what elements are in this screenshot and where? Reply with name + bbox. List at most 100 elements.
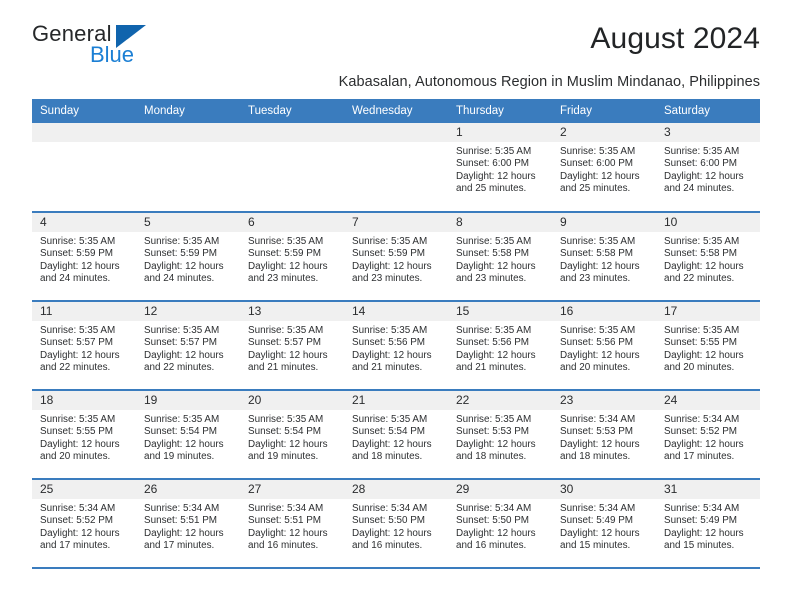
calendar-day-cell[interactable]: 23 Sunrise: 5:34 AM Sunset: 5:53 PM Dayligh…	[552, 390, 656, 480]
day-info-line: Sunrise: 5:35 AM	[248, 325, 324, 336]
calendar-day-cell[interactable]: 9 Sunrise: 5:35 AM Sunset: 5:58 PM Daylight…	[552, 212, 656, 302]
day-info-line: Sunrise: 5:35 AM	[560, 146, 636, 157]
weekday-header-monday: Monday	[136, 99, 240, 123]
weekday-header-wednesday: Wednesday	[344, 99, 448, 123]
day-info-line: Daylight: 12 hours	[352, 438, 432, 450]
day-sun-info: Sunrise: 5:35 AM Sunset: 5:59 PM Daylight:…	[240, 232, 344, 286]
calendar-day-cell[interactable]: 8 Sunrise: 5:35 AM Sunset: 5:58 PM Daylight…	[448, 212, 552, 302]
day-number: 18	[32, 391, 136, 410]
day-info-line: and 16 minutes.	[352, 540, 423, 552]
calendar-day-cell[interactable]: 16 Sunrise: 5:35 AM Sunset: 5:56 PM Dayligh…	[552, 301, 656, 391]
day-info-line: Sunset: 5:56 PM	[560, 337, 634, 349]
calendar-day-cell[interactable]: 25 Sunrise: 5:34 AM Sunset: 5:52 PM Dayligh…	[32, 479, 136, 569]
day-sun-info	[344, 142, 448, 146]
day-info-line: Daylight: 12 hours	[664, 438, 744, 450]
calendar-day-cell[interactable]: 10 Sunrise: 5:35 AM Sunset: 5:58 PM Dayligh…	[656, 212, 760, 302]
day-info-line: Sunrise: 5:35 AM	[144, 236, 220, 247]
calendar-day-cell[interactable]: 6 Sunrise: 5:35 AM Sunset: 5:59 PM Daylight…	[240, 212, 344, 302]
calendar-day-cell[interactable]: 7 Sunrise: 5:35 AM Sunset: 5:59 PM Daylight…	[344, 212, 448, 302]
day-number: 25	[32, 480, 136, 499]
day-info-line: Daylight: 12 hours	[664, 260, 744, 272]
calendar-day-cell[interactable]: 14 Sunrise: 5:35 AM Sunset: 5:56 PM Dayligh…	[344, 301, 448, 391]
calendar-day-cell[interactable]: 31 Sunrise: 5:34 AM Sunset: 5:49 PM Dayligh…	[656, 479, 760, 569]
calendar-day-cell[interactable]: 30 Sunrise: 5:34 AM Sunset: 5:49 PM Dayligh…	[552, 479, 656, 569]
calendar-day-cell[interactable]: 4 Sunrise: 5:35 AM Sunset: 5:59 PM Daylight…	[32, 212, 136, 302]
calendar-cell-inner: 11 Sunrise: 5:35 AM Sunset: 5:57 PM Dayligh…	[32, 302, 136, 389]
day-sun-info: Sunrise: 5:35 AM Sunset: 5:56 PM Daylight:…	[448, 321, 552, 375]
day-number: 10	[656, 213, 760, 232]
day-sun-info: Sunrise: 5:34 AM Sunset: 5:53 PM Daylight:…	[552, 410, 656, 464]
calendar-day-cell[interactable]: 11 Sunrise: 5:35 AM Sunset: 5:57 PM Dayligh…	[32, 301, 136, 391]
day-info-line: and 24 minutes.	[664, 183, 735, 195]
generalblue-logo[interactable]: General Blue	[32, 22, 182, 70]
day-sun-info: Sunrise: 5:35 AM Sunset: 5:57 PM Daylight:…	[240, 321, 344, 375]
calendar-day-cell[interactable]: 18 Sunrise: 5:35 AM Sunset: 5:55 PM Dayligh…	[32, 390, 136, 480]
day-info-line: and 23 minutes.	[352, 273, 423, 285]
calendar-day-cell[interactable]: 19 Sunrise: 5:35 AM Sunset: 5:54 PM Dayligh…	[136, 390, 240, 480]
day-number: 20	[240, 391, 344, 410]
calendar-day-cell[interactable]: 5 Sunrise: 5:35 AM Sunset: 5:59 PM Daylight…	[136, 212, 240, 302]
day-info-line: Sunset: 5:59 PM	[144, 248, 218, 260]
calendar-day-cell[interactable]: 24 Sunrise: 5:34 AM Sunset: 5:52 PM Dayligh…	[656, 390, 760, 480]
day-info-line: Sunrise: 5:35 AM	[144, 325, 220, 336]
day-number: 29	[448, 480, 552, 499]
day-number: 7	[344, 213, 448, 232]
day-number	[32, 123, 136, 142]
day-info-line: Sunset: 5:52 PM	[664, 426, 738, 438]
day-number: 28	[344, 480, 448, 499]
day-number: 21	[344, 391, 448, 410]
calendar-day-cell[interactable]: 28 Sunrise: 5:34 AM Sunset: 5:50 PM Dayligh…	[344, 479, 448, 569]
day-info-line: Sunset: 5:52 PM	[40, 515, 114, 527]
day-info-line: Sunset: 5:57 PM	[248, 337, 322, 349]
day-info-line: and 22 minutes.	[144, 362, 215, 374]
calendar-day-cell[interactable]: 17 Sunrise: 5:35 AM Sunset: 5:55 PM Dayligh…	[656, 301, 760, 391]
day-info-line: and 20 minutes.	[40, 451, 111, 463]
day-info-line: Sunset: 5:54 PM	[144, 426, 218, 438]
calendar-day-cell[interactable]: 13 Sunrise: 5:35 AM Sunset: 5:57 PM Dayligh…	[240, 301, 344, 391]
calendar-day-cell[interactable]: 22 Sunrise: 5:35 AM Sunset: 5:53 PM Dayligh…	[448, 390, 552, 480]
day-sun-info: Sunrise: 5:35 AM Sunset: 5:54 PM Daylight:…	[136, 410, 240, 464]
calendar-cell-inner: 10 Sunrise: 5:35 AM Sunset: 5:58 PM Dayligh…	[656, 213, 760, 300]
day-info-line: Sunset: 5:58 PM	[560, 248, 634, 260]
calendar-cell-inner: 22 Sunrise: 5:35 AM Sunset: 5:53 PM Dayligh…	[448, 391, 552, 478]
day-info-line: and 15 minutes.	[560, 540, 631, 552]
day-number: 3	[656, 123, 760, 142]
day-info-line: Sunrise: 5:34 AM	[560, 503, 636, 514]
day-info-line: Sunrise: 5:34 AM	[144, 503, 220, 514]
calendar-day-cell[interactable]: 20 Sunrise: 5:35 AM Sunset: 5:54 PM Dayligh…	[240, 390, 344, 480]
calendar-day-cell[interactable]: 29 Sunrise: 5:34 AM Sunset: 5:50 PM Dayligh…	[448, 479, 552, 569]
calendar-cell-empty	[32, 123, 136, 213]
day-info-line: Daylight: 12 hours	[664, 170, 744, 182]
calendar-day-cell[interactable]: 26 Sunrise: 5:34 AM Sunset: 5:51 PM Dayligh…	[136, 479, 240, 569]
day-sun-info	[240, 142, 344, 146]
calendar-day-cell[interactable]: 15 Sunrise: 5:35 AM Sunset: 5:56 PM Dayligh…	[448, 301, 552, 391]
calendar-day-cell[interactable]: 12 Sunrise: 5:35 AM Sunset: 5:57 PM Dayligh…	[136, 301, 240, 391]
day-info-line: Daylight: 12 hours	[560, 170, 640, 182]
calendar-day-cell[interactable]: 21 Sunrise: 5:35 AM Sunset: 5:54 PM Dayligh…	[344, 390, 448, 480]
calendar-cell-inner: 20 Sunrise: 5:35 AM Sunset: 5:54 PM Dayligh…	[240, 391, 344, 478]
calendar-cell-inner: 16 Sunrise: 5:35 AM Sunset: 5:56 PM Dayligh…	[552, 302, 656, 389]
day-info-line: Sunset: 5:54 PM	[248, 426, 322, 438]
calendar-day-cell[interactable]: 27 Sunrise: 5:34 AM Sunset: 5:51 PM Dayligh…	[240, 479, 344, 569]
day-info-line: Sunrise: 5:35 AM	[456, 414, 532, 425]
calendar-cell-empty	[344, 123, 448, 213]
day-number: 23	[552, 391, 656, 410]
day-info-line: Daylight: 12 hours	[352, 349, 432, 361]
day-info-line: Sunrise: 5:34 AM	[664, 503, 740, 514]
day-info-line: Daylight: 12 hours	[352, 260, 432, 272]
calendar-cell-inner: 9 Sunrise: 5:35 AM Sunset: 5:58 PM Daylight…	[552, 213, 656, 300]
day-info-line: Daylight: 12 hours	[144, 527, 224, 539]
day-number: 13	[240, 302, 344, 321]
day-info-line: and 21 minutes.	[352, 362, 423, 374]
calendar-cell-inner: 2 Sunrise: 5:35 AM Sunset: 6:00 PM Daylight…	[552, 123, 656, 211]
day-info-line: Sunrise: 5:35 AM	[352, 325, 428, 336]
day-info-line: Sunset: 5:51 PM	[144, 515, 218, 527]
calendar-day-cell[interactable]: 2 Sunrise: 5:35 AM Sunset: 6:00 PM Daylight…	[552, 123, 656, 213]
calendar-cell-inner: 8 Sunrise: 5:35 AM Sunset: 5:58 PM Daylight…	[448, 213, 552, 300]
calendar-day-cell[interactable]: 3 Sunrise: 5:35 AM Sunset: 6:00 PM Daylight…	[656, 123, 760, 213]
calendar-cell-inner: 14 Sunrise: 5:35 AM Sunset: 5:56 PM Dayligh…	[344, 302, 448, 389]
day-sun-info: Sunrise: 5:35 AM Sunset: 6:00 PM Daylight:…	[656, 142, 760, 196]
day-info-line: Sunset: 5:50 PM	[352, 515, 426, 527]
day-info-line: Sunrise: 5:35 AM	[456, 146, 532, 157]
calendar-day-cell[interactable]: 1 Sunrise: 5:35 AM Sunset: 6:00 PM Daylight…	[448, 123, 552, 213]
